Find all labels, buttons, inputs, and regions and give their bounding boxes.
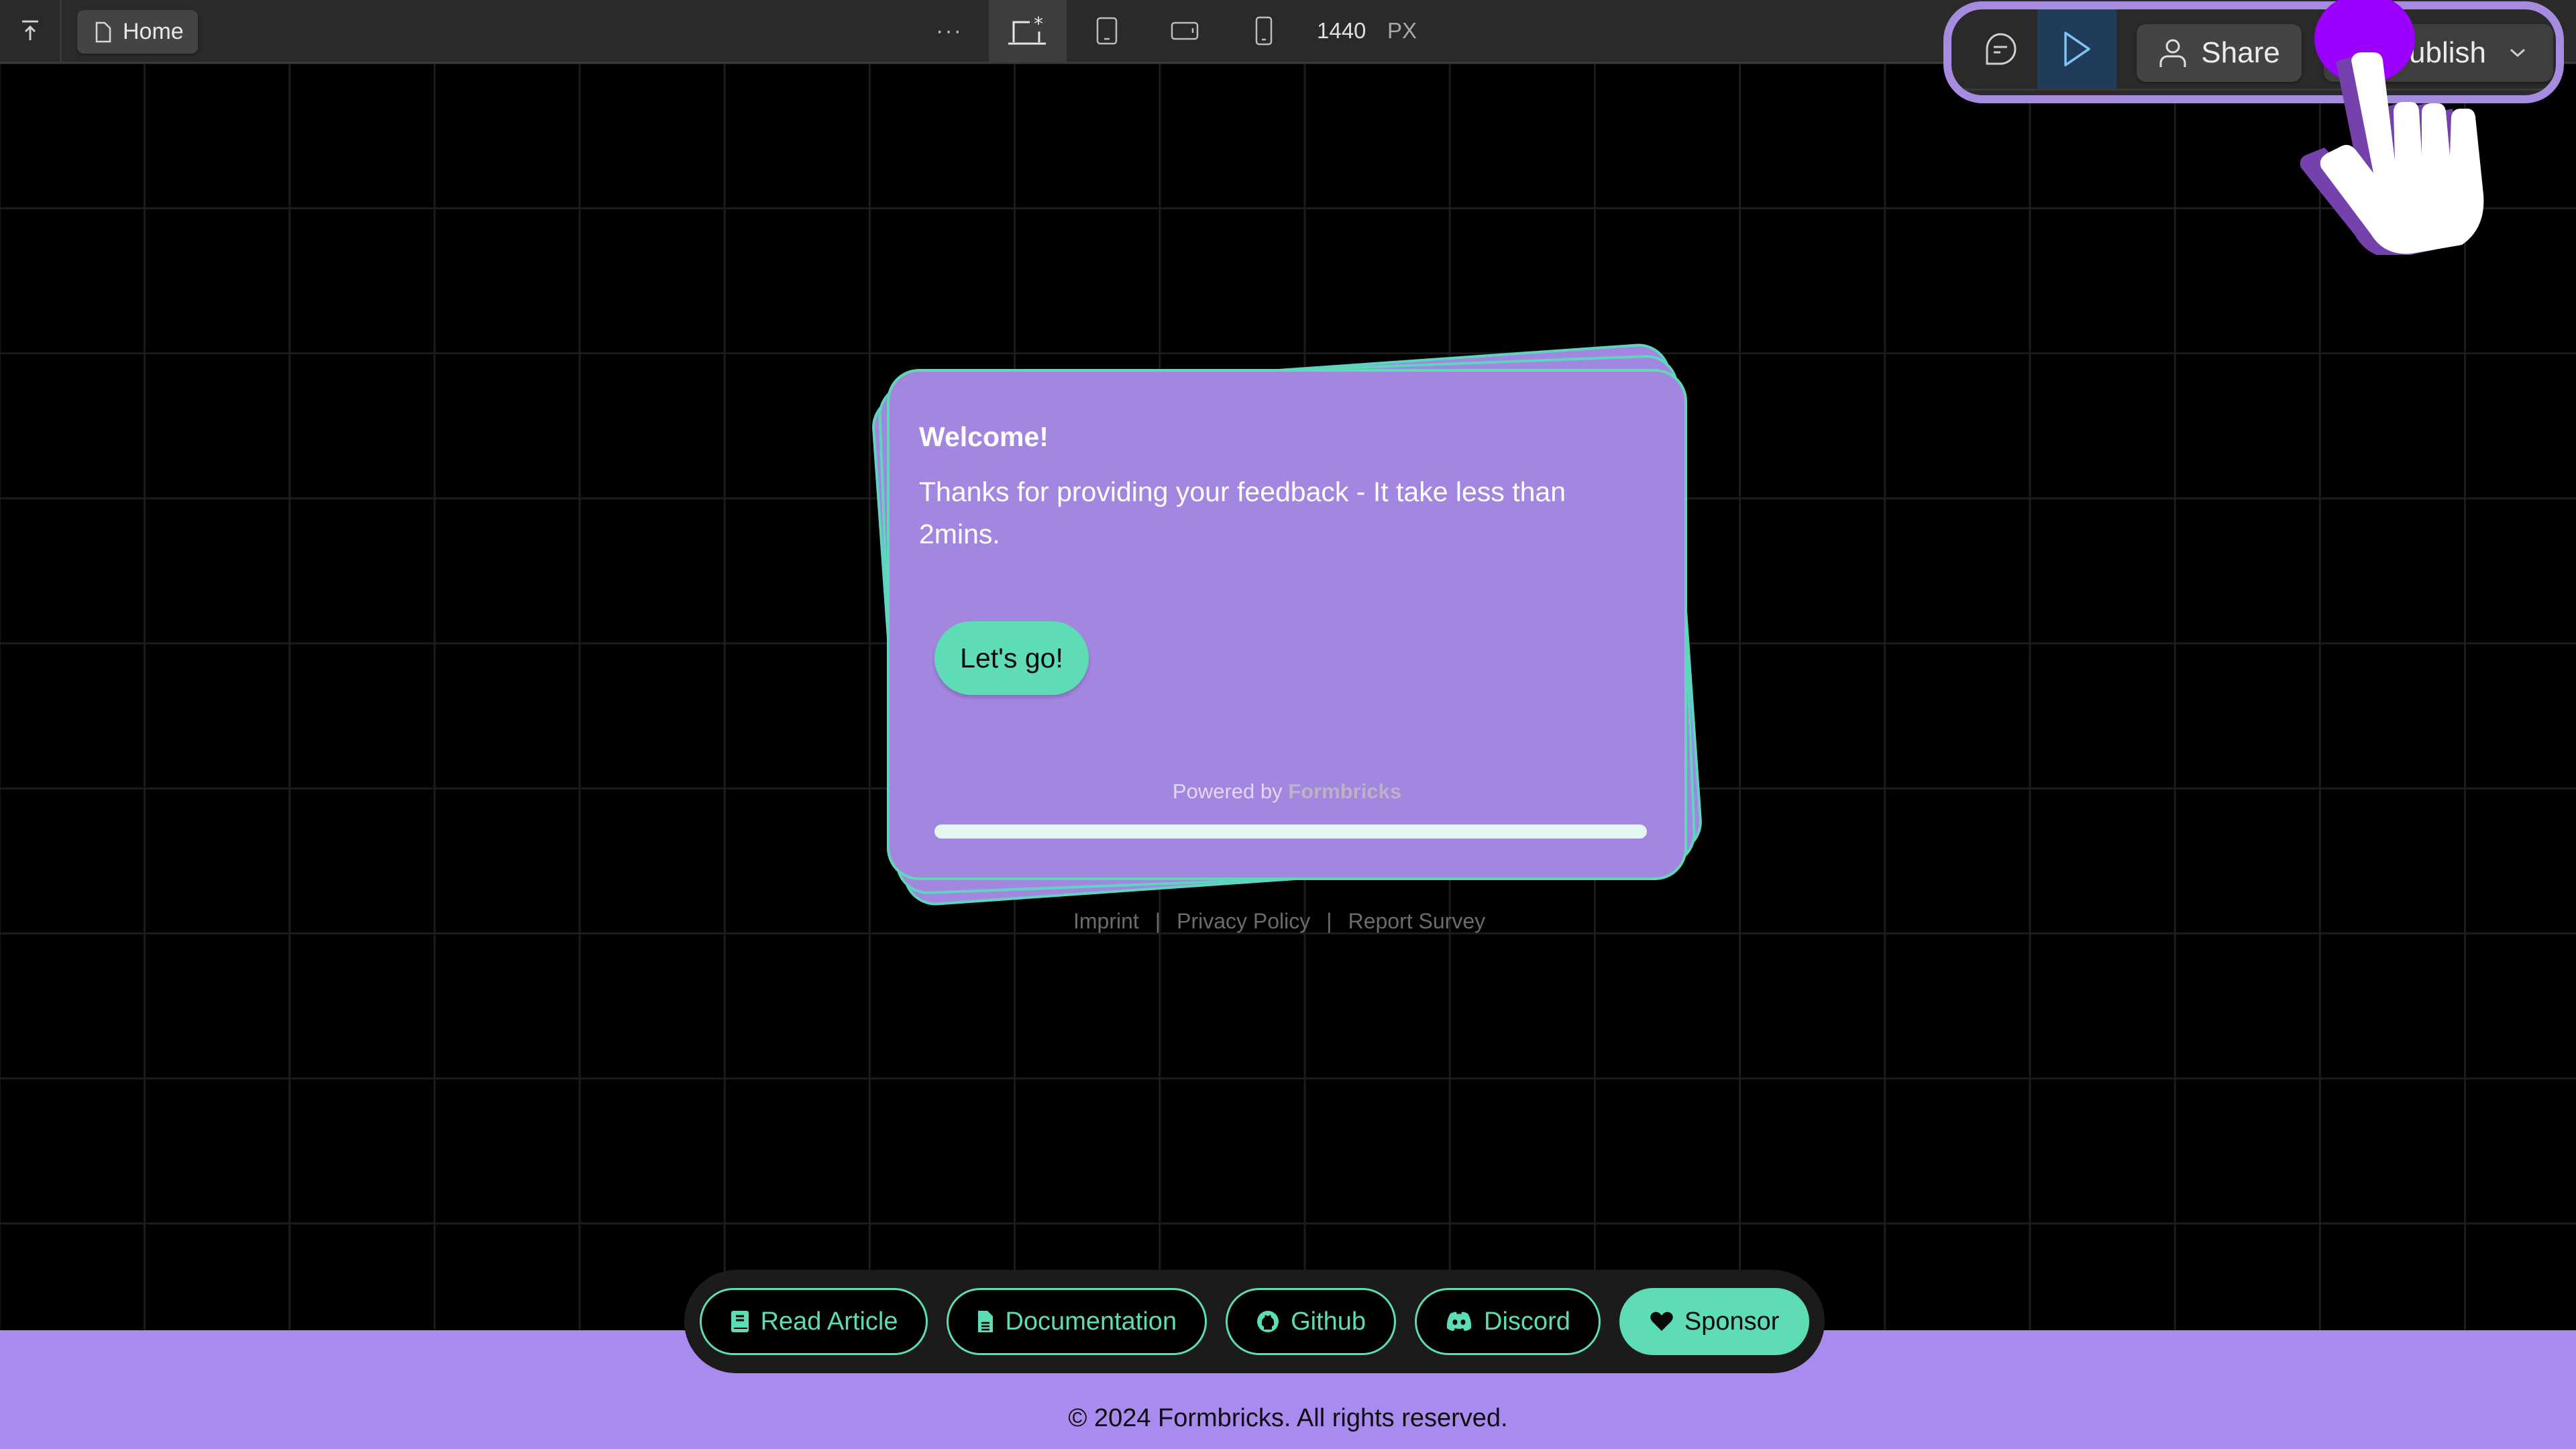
phone-icon (1255, 16, 1273, 46)
comment-icon (1986, 33, 2017, 65)
device-tablet-landscape-button[interactable] (1146, 0, 1224, 62)
powered-by-prefix: Powered by (1172, 780, 1283, 803)
discord-button[interactable]: Discord (1415, 1288, 1601, 1355)
imprint-link[interactable]: Imprint (1073, 909, 1139, 934)
user-icon (2159, 39, 2186, 67)
survey-progress-bar (934, 824, 1647, 839)
formbricks-link[interactable]: Formbricks (1288, 780, 1401, 803)
comments-button[interactable] (1964, 9, 2037, 89)
survey-card: Welcome! Thanks for providing your feedb… (887, 369, 1687, 880)
canvas-width-unit: PX (1387, 18, 1417, 43)
legal-links: Imprint | Privacy Policy | Report Survey (1073, 909, 1485, 934)
tablet-icon (1096, 17, 1118, 45)
hand-pointer-icon (2300, 52, 2484, 255)
collapse-toolbar-button[interactable] (0, 0, 62, 62)
report-survey-link[interactable]: Report Survey (1348, 909, 1486, 934)
discord-label: Discord (1484, 1307, 1570, 1336)
privacy-policy-link[interactable]: Privacy Policy (1177, 909, 1310, 934)
survey-title: Welcome! (919, 421, 1049, 452)
preview-button[interactable] (2037, 9, 2116, 89)
powered-by: Powered by Formbricks (890, 780, 1684, 804)
copyright-text: © 2024 Formbricks. All rights reserved. (1068, 1404, 1508, 1432)
bottom-nav: Read Article Documentation Github Discor… (684, 1270, 1825, 1373)
page-tab-home[interactable]: Home (77, 10, 198, 54)
file-icon (95, 21, 111, 42)
share-button[interactable]: Share (2137, 24, 2302, 82)
page-tab-label: Home (123, 19, 184, 44)
svg-text:*: * (1034, 15, 1043, 35)
sponsor-label: Sponsor (1684, 1307, 1780, 1336)
read-article-label: Read Article (760, 1307, 898, 1336)
arrow-up-to-line-icon (21, 20, 38, 40)
share-label: Share (2201, 36, 2280, 69)
sponsor-button[interactable]: Sponsor (1619, 1288, 1810, 1355)
book-icon (731, 1311, 749, 1332)
link-separator: | (1155, 909, 1161, 933)
github-label: Github (1291, 1307, 1366, 1336)
more-options-button[interactable]: ··· (926, 0, 973, 62)
tablet-landscape-icon (1171, 21, 1199, 40)
documentation-button[interactable]: Documentation (947, 1288, 1208, 1355)
heart-icon (1650, 1311, 1673, 1331)
laptop-asterisk-icon: * (1008, 15, 1046, 45)
documentation-label: Documentation (1005, 1307, 1177, 1336)
github-button[interactable]: Github (1226, 1288, 1397, 1355)
survey-card-stack: Welcome! Thanks for providing your feedb… (869, 341, 1705, 908)
canvas-width-value[interactable]: 1440 (1317, 0, 1366, 62)
document-icon (978, 1311, 994, 1332)
read-article-button[interactable]: Read Article (699, 1288, 928, 1355)
survey-description: Thanks for providing your feedback - It … (919, 476, 1566, 549)
start-survey-button[interactable]: Let's go! (934, 621, 1089, 695)
device-desktop-button[interactable]: * (989, 0, 1067, 62)
discord-icon (1446, 1311, 1472, 1331)
device-tablet-button[interactable] (1068, 0, 1146, 62)
github-icon (1257, 1311, 1279, 1332)
play-icon (2064, 32, 2090, 66)
link-separator: | (1326, 909, 1332, 933)
device-mobile-button[interactable] (1225, 0, 1303, 62)
